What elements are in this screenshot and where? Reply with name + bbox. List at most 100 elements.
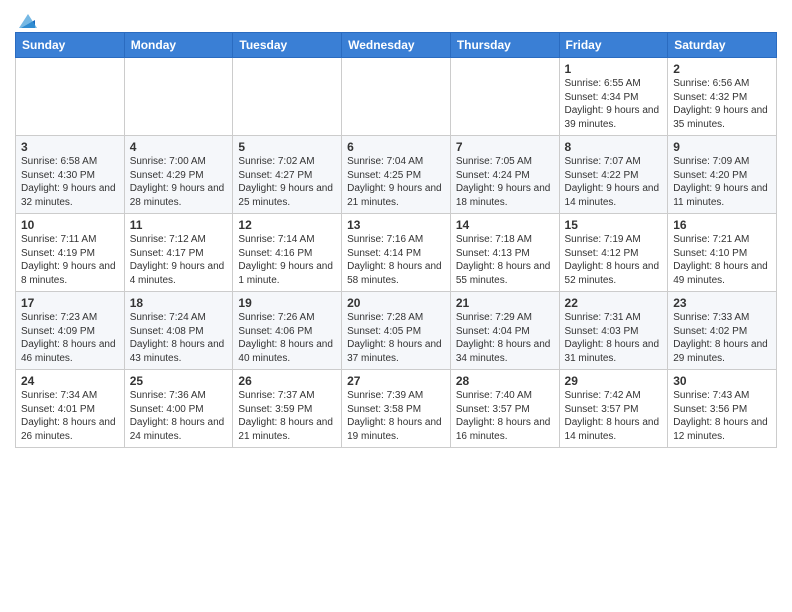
day-info: Sunrise: 7:39 AM Sunset: 3:58 PM Dayligh… <box>347 389 445 443</box>
table-row: 10Sunrise: 7:11 AM Sunset: 4:19 PM Dayli… <box>16 214 125 292</box>
table-row: 24Sunrise: 7:34 AM Sunset: 4:01 PM Dayli… <box>16 370 125 448</box>
table-row: 9Sunrise: 7:09 AM Sunset: 4:20 PM Daylig… <box>668 136 777 214</box>
table-row: 1Sunrise: 6:55 AM Sunset: 4:34 PM Daylig… <box>559 58 668 136</box>
table-row <box>233 58 342 136</box>
day-info: Sunrise: 7:02 AM Sunset: 4:27 PM Dayligh… <box>238 155 336 209</box>
day-number: 13 <box>347 218 445 232</box>
col-wednesday: Wednesday <box>342 33 451 58</box>
day-info: Sunrise: 7:33 AM Sunset: 4:02 PM Dayligh… <box>673 311 771 365</box>
table-row <box>16 58 125 136</box>
day-number: 8 <box>565 140 663 154</box>
day-info: Sunrise: 7:34 AM Sunset: 4:01 PM Dayligh… <box>21 389 119 443</box>
day-number: 5 <box>238 140 336 154</box>
header-row-days: Sunday Monday Tuesday Wednesday Thursday… <box>16 33 777 58</box>
day-number: 1 <box>565 62 663 76</box>
day-number: 30 <box>673 374 771 388</box>
day-info: Sunrise: 6:56 AM Sunset: 4:32 PM Dayligh… <box>673 77 771 131</box>
table-row: 15Sunrise: 7:19 AM Sunset: 4:12 PM Dayli… <box>559 214 668 292</box>
table-row: 5Sunrise: 7:02 AM Sunset: 4:27 PM Daylig… <box>233 136 342 214</box>
day-info: Sunrise: 7:05 AM Sunset: 4:24 PM Dayligh… <box>456 155 554 209</box>
table-row: 11Sunrise: 7:12 AM Sunset: 4:17 PM Dayli… <box>124 214 233 292</box>
page: Sunday Monday Tuesday Wednesday Thursday… <box>0 0 792 458</box>
day-info: Sunrise: 6:58 AM Sunset: 4:30 PM Dayligh… <box>21 155 119 209</box>
calendar-table: Sunday Monday Tuesday Wednesday Thursday… <box>15 32 777 448</box>
day-info: Sunrise: 7:04 AM Sunset: 4:25 PM Dayligh… <box>347 155 445 209</box>
week-row: 10Sunrise: 7:11 AM Sunset: 4:19 PM Dayli… <box>16 214 777 292</box>
table-row: 30Sunrise: 7:43 AM Sunset: 3:56 PM Dayli… <box>668 370 777 448</box>
day-info: Sunrise: 7:37 AM Sunset: 3:59 PM Dayligh… <box>238 389 336 443</box>
day-info: Sunrise: 7:18 AM Sunset: 4:13 PM Dayligh… <box>456 233 554 287</box>
day-info: Sunrise: 7:21 AM Sunset: 4:10 PM Dayligh… <box>673 233 771 287</box>
logo <box>15 10 39 28</box>
day-number: 4 <box>130 140 228 154</box>
table-row: 19Sunrise: 7:26 AM Sunset: 4:06 PM Dayli… <box>233 292 342 370</box>
day-number: 9 <box>673 140 771 154</box>
day-number: 6 <box>347 140 445 154</box>
table-row <box>450 58 559 136</box>
day-info: Sunrise: 7:43 AM Sunset: 3:56 PM Dayligh… <box>673 389 771 443</box>
table-row: 25Sunrise: 7:36 AM Sunset: 4:00 PM Dayli… <box>124 370 233 448</box>
table-row: 18Sunrise: 7:24 AM Sunset: 4:08 PM Dayli… <box>124 292 233 370</box>
day-info: Sunrise: 7:07 AM Sunset: 4:22 PM Dayligh… <box>565 155 663 209</box>
table-row: 21Sunrise: 7:29 AM Sunset: 4:04 PM Dayli… <box>450 292 559 370</box>
week-row: 24Sunrise: 7:34 AM Sunset: 4:01 PM Dayli… <box>16 370 777 448</box>
day-number: 24 <box>21 374 119 388</box>
day-info: Sunrise: 6:55 AM Sunset: 4:34 PM Dayligh… <box>565 77 663 131</box>
table-row: 28Sunrise: 7:40 AM Sunset: 3:57 PM Dayli… <box>450 370 559 448</box>
day-info: Sunrise: 7:24 AM Sunset: 4:08 PM Dayligh… <box>130 311 228 365</box>
week-row: 1Sunrise: 6:55 AM Sunset: 4:34 PM Daylig… <box>16 58 777 136</box>
day-info: Sunrise: 7:31 AM Sunset: 4:03 PM Dayligh… <box>565 311 663 365</box>
header-row <box>15 10 777 28</box>
day-number: 19 <box>238 296 336 310</box>
col-tuesday: Tuesday <box>233 33 342 58</box>
day-number: 25 <box>130 374 228 388</box>
day-number: 18 <box>130 296 228 310</box>
table-row: 27Sunrise: 7:39 AM Sunset: 3:58 PM Dayli… <box>342 370 451 448</box>
day-info: Sunrise: 7:36 AM Sunset: 4:00 PM Dayligh… <box>130 389 228 443</box>
day-info: Sunrise: 7:29 AM Sunset: 4:04 PM Dayligh… <box>456 311 554 365</box>
day-number: 2 <box>673 62 771 76</box>
table-row: 16Sunrise: 7:21 AM Sunset: 4:10 PM Dayli… <box>668 214 777 292</box>
day-number: 15 <box>565 218 663 232</box>
table-row: 14Sunrise: 7:18 AM Sunset: 4:13 PM Dayli… <box>450 214 559 292</box>
day-number: 10 <box>21 218 119 232</box>
table-row: 20Sunrise: 7:28 AM Sunset: 4:05 PM Dayli… <box>342 292 451 370</box>
day-info: Sunrise: 7:23 AM Sunset: 4:09 PM Dayligh… <box>21 311 119 365</box>
week-row: 17Sunrise: 7:23 AM Sunset: 4:09 PM Dayli… <box>16 292 777 370</box>
day-number: 29 <box>565 374 663 388</box>
col-friday: Friday <box>559 33 668 58</box>
day-number: 23 <box>673 296 771 310</box>
col-sunday: Sunday <box>16 33 125 58</box>
table-row: 7Sunrise: 7:05 AM Sunset: 4:24 PM Daylig… <box>450 136 559 214</box>
day-number: 28 <box>456 374 554 388</box>
day-number: 12 <box>238 218 336 232</box>
day-info: Sunrise: 7:40 AM Sunset: 3:57 PM Dayligh… <box>456 389 554 443</box>
table-row: 8Sunrise: 7:07 AM Sunset: 4:22 PM Daylig… <box>559 136 668 214</box>
table-row <box>342 58 451 136</box>
day-info: Sunrise: 7:28 AM Sunset: 4:05 PM Dayligh… <box>347 311 445 365</box>
day-number: 21 <box>456 296 554 310</box>
table-row: 12Sunrise: 7:14 AM Sunset: 4:16 PM Dayli… <box>233 214 342 292</box>
day-info: Sunrise: 7:00 AM Sunset: 4:29 PM Dayligh… <box>130 155 228 209</box>
day-info: Sunrise: 7:14 AM Sunset: 4:16 PM Dayligh… <box>238 233 336 287</box>
logo-triangle-icon <box>17 10 39 32</box>
table-row: 2Sunrise: 6:56 AM Sunset: 4:32 PM Daylig… <box>668 58 777 136</box>
day-number: 16 <box>673 218 771 232</box>
col-saturday: Saturday <box>668 33 777 58</box>
day-info: Sunrise: 7:12 AM Sunset: 4:17 PM Dayligh… <box>130 233 228 287</box>
day-info: Sunrise: 7:16 AM Sunset: 4:14 PM Dayligh… <box>347 233 445 287</box>
day-info: Sunrise: 7:11 AM Sunset: 4:19 PM Dayligh… <box>21 233 119 287</box>
table-row <box>124 58 233 136</box>
day-number: 14 <box>456 218 554 232</box>
table-row: 13Sunrise: 7:16 AM Sunset: 4:14 PM Dayli… <box>342 214 451 292</box>
day-info: Sunrise: 7:42 AM Sunset: 3:57 PM Dayligh… <box>565 389 663 443</box>
day-info: Sunrise: 7:19 AM Sunset: 4:12 PM Dayligh… <box>565 233 663 287</box>
day-info: Sunrise: 7:09 AM Sunset: 4:20 PM Dayligh… <box>673 155 771 209</box>
day-number: 7 <box>456 140 554 154</box>
day-number: 20 <box>347 296 445 310</box>
day-info: Sunrise: 7:26 AM Sunset: 4:06 PM Dayligh… <box>238 311 336 365</box>
table-row: 26Sunrise: 7:37 AM Sunset: 3:59 PM Dayli… <box>233 370 342 448</box>
day-number: 17 <box>21 296 119 310</box>
day-number: 27 <box>347 374 445 388</box>
day-number: 22 <box>565 296 663 310</box>
